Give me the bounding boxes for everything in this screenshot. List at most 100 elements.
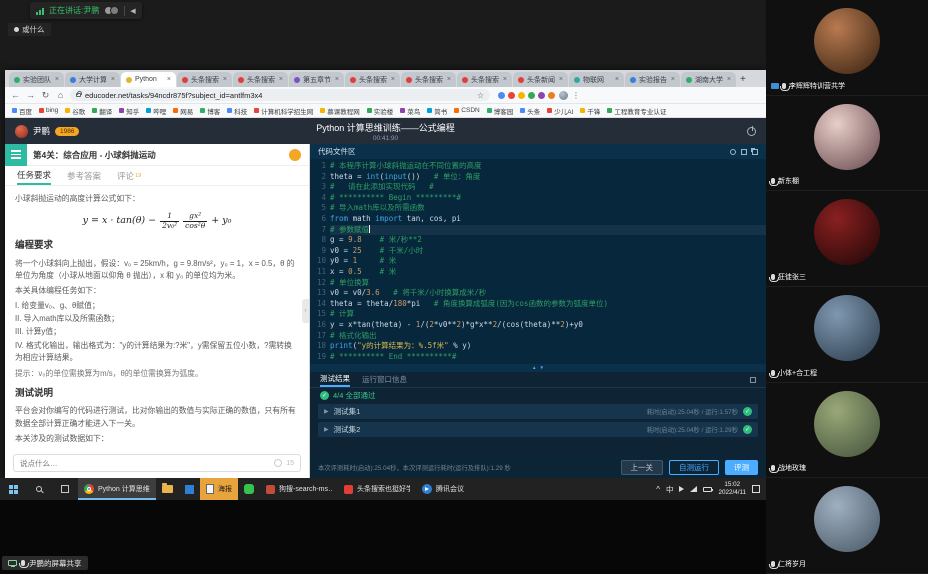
tab-close-icon[interactable]: × [391, 76, 395, 83]
test-result-tab[interactable]: 测试结果 [320, 372, 350, 387]
bookmark-item[interactable]: 头条 [520, 106, 540, 116]
bookmark-item[interactable]: 百度 [12, 106, 32, 116]
bookmark-item[interactable]: 哔哩 [146, 106, 166, 116]
task-tab[interactable]: 参考答案 [67, 166, 101, 185]
emoji-icon[interactable] [274, 459, 282, 467]
bookmark-item[interactable]: 千锋 [580, 106, 600, 116]
tab-close-icon[interactable]: × [559, 76, 563, 83]
home-icon[interactable]: ⌂ [55, 91, 66, 100]
bookmark-item[interactable]: 谷歌 [65, 106, 85, 116]
network-icon[interactable] [690, 486, 697, 492]
user-avatar[interactable] [15, 125, 28, 138]
tray-chevron-icon[interactable]: ^ [656, 485, 660, 494]
bookmark-item[interactable]: 科技 [227, 106, 247, 116]
bookmark-item[interactable]: 博客 [200, 106, 220, 116]
participant-tile[interactable]: 战地玫瑰 [766, 383, 928, 479]
test-set-row[interactable]: ▶测试集1耗时(启动):25.04秒 / 运行:1.57秒✓ [318, 404, 758, 419]
browser-tab[interactable]: 第五章节× [289, 72, 344, 87]
volume-icon[interactable] [679, 486, 684, 492]
browser-tab[interactable]: 头条搜索× [457, 72, 512, 87]
reset-code-icon[interactable] [730, 149, 736, 155]
tab-close-icon[interactable]: × [223, 76, 227, 83]
fullscreen-icon[interactable] [752, 149, 758, 155]
taskbar-app[interactable]: 海报 [200, 478, 238, 500]
bookmark-item[interactable]: 菜鸟 [400, 106, 420, 116]
exit-icon[interactable] [747, 127, 756, 136]
bookmark-item[interactable]: CSDN [454, 107, 479, 114]
participant-tile[interactable]: 小体+合工程 [766, 287, 928, 383]
challenge-badge-icon[interactable] [289, 149, 301, 161]
browser-tab[interactable]: 头条搜索× [345, 72, 400, 87]
task-view-icon[interactable] [52, 478, 78, 500]
bookmark-item[interactable]: bing [39, 107, 58, 114]
task-tab[interactable]: 评论19 [117, 166, 141, 185]
taskbar-app[interactable] [156, 478, 179, 500]
bookmark-item[interactable]: 博客园 [487, 106, 514, 116]
tab-close-icon[interactable]: × [447, 76, 451, 83]
test-set-row[interactable]: ▶测试集2耗时(启动):25.04秒 / 运行:1.29秒✓ [318, 422, 758, 437]
bookmark-item[interactable]: 少儿AI [547, 106, 573, 116]
extension-icon[interactable] [518, 92, 525, 99]
tab-close-icon[interactable]: × [335, 76, 339, 83]
browser-tab[interactable]: 头条搜索× [177, 72, 232, 87]
expand-row-icon[interactable]: ▶ [324, 408, 329, 415]
panel-divider[interactable]: ▲▼ [310, 364, 766, 372]
bookmark-star-icon[interactable]: ☆ [477, 91, 484, 100]
forward-icon[interactable]: → [25, 91, 36, 100]
taskbar-app[interactable]: 腾讯会议 [416, 478, 470, 500]
bookmark-item[interactable]: 实验楼 [367, 106, 394, 116]
extension-icon[interactable] [508, 92, 515, 99]
task-tab[interactable]: 任务要求 [17, 166, 51, 185]
speaking-indicator-bar[interactable]: 正在讲话:尹鹏 ◀ [30, 2, 142, 19]
tab-close-icon[interactable]: × [55, 76, 59, 83]
taskbar-app[interactable]: 狗搜-search-ms… [260, 478, 338, 500]
bookmark-item[interactable]: 翻译 [92, 106, 112, 116]
profile-avatar[interactable] [559, 91, 568, 100]
participant-tile[interactable]: 仁将岁月 [766, 478, 928, 574]
action-center-icon[interactable] [752, 485, 760, 493]
collapse-arrow-icon[interactable]: ◀ [130, 7, 135, 15]
battery-icon[interactable] [703, 487, 712, 492]
participant-tile[interactable]: 李辉辉特训营共学 [766, 0, 928, 96]
back-icon[interactable]: ← [10, 91, 21, 100]
evaluate-button[interactable]: 评测 [725, 460, 758, 475]
taskbar-app[interactable] [179, 478, 200, 500]
participant-tile[interactable]: 新东棚 [766, 96, 928, 192]
start-button[interactable] [0, 478, 26, 500]
editor-code[interactable]: # 本程序计算小球斜抛运动在不同位置的高度theta = int(input()… [330, 161, 766, 364]
refresh-icon[interactable]: ↻ [40, 91, 51, 100]
browser-tab[interactable]: 物联网× [569, 72, 624, 87]
browser-menu-icon[interactable]: ⋮ [572, 91, 580, 100]
bookmark-item[interactable]: 网易 [173, 106, 193, 116]
participant-tile[interactable]: 狂徒张三 [766, 191, 928, 287]
settings-icon[interactable] [741, 149, 747, 155]
browser-tab[interactable]: Python× [121, 72, 176, 87]
expand-row-icon[interactable]: ▶ [324, 426, 329, 433]
extension-icon[interactable] [548, 92, 555, 99]
bookmark-item[interactable]: 简书 [427, 106, 447, 116]
browser-tab[interactable]: 头条搜索× [233, 72, 288, 87]
bookmark-item[interactable]: 慕课教程网 [320, 106, 360, 116]
bookmark-item[interactable]: 计算机科学招生网 [254, 106, 313, 116]
browser-tab[interactable]: 大学计算× [65, 72, 120, 87]
tab-close-icon[interactable]: × [615, 76, 619, 83]
search-icon[interactable] [26, 478, 52, 500]
clock[interactable]: 15:02 2022/4/11 [718, 481, 746, 497]
tab-close-icon[interactable]: × [279, 76, 283, 83]
self-test-button[interactable]: 自测运行 [669, 460, 719, 475]
extension-icon[interactable] [498, 92, 505, 99]
taskbar-app[interactable]: Python 计算思维模… [78, 478, 156, 500]
extension-icon[interactable] [538, 92, 545, 99]
panel-collapse-handle[interactable]: ‹ [302, 299, 309, 323]
extension-icon[interactable] [528, 92, 535, 99]
address-bar[interactable]: educoder.net/tasks/94ncdr875f?subject_id… [70, 89, 490, 101]
browser-tab[interactable]: 实验团队× [9, 72, 64, 87]
bookmark-item[interactable]: 知乎 [119, 106, 139, 116]
tab-close-icon[interactable]: × [111, 76, 115, 83]
tab-close-icon[interactable]: × [671, 76, 675, 83]
tab-close-icon[interactable]: × [503, 76, 507, 83]
prev-stage-button[interactable]: 上一关 [621, 460, 664, 475]
new-tab-button[interactable]: + [740, 74, 746, 85]
taskbar-app[interactable] [238, 478, 260, 500]
code-editor[interactable]: 12345678910111213141516171819 # 本程序计算小球斜… [310, 159, 766, 364]
